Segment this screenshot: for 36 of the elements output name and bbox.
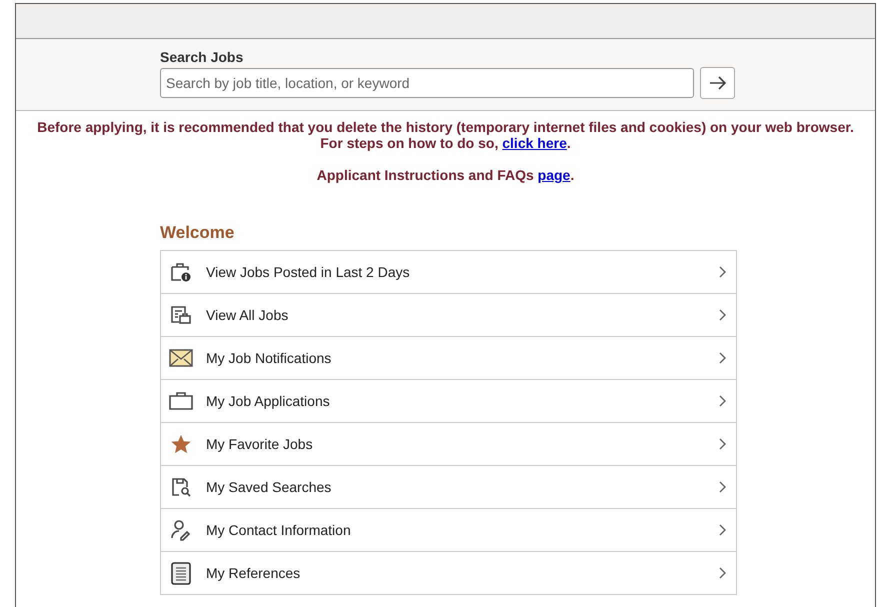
menu-item-label: My Job Notifications (206, 348, 332, 368)
chevron-right-icon (719, 352, 726, 364)
star-icon (170, 433, 192, 455)
menu-item-label: My References (206, 564, 302, 583)
menu-item-label: View Jobs Posted in Last 2 Days (206, 262, 411, 282)
chevron-right-icon (719, 266, 726, 278)
notepad-icon (170, 561, 192, 585)
chevron-right-icon (719, 481, 726, 493)
instructions-period: . (570, 167, 574, 183)
notice-text: Before applying, it is recommended that you delete the history (temporary internet files and cookies) on your web browser. (37, 119, 854, 135)
menu-item-label: My Contact Information (206, 520, 352, 540)
person-edit-icon (170, 519, 192, 541)
notice-period: . (566, 135, 571, 151)
menu-item-label: View All Jobs (206, 306, 290, 324)
briefcase-info-icon (170, 262, 192, 282)
chevron-right-icon (719, 524, 726, 536)
chevron-right-icon (719, 438, 726, 450)
menu-item-label: My Job Applications (206, 392, 331, 411)
chevron-right-icon (719, 309, 726, 321)
search-label: Search Jobs (160, 49, 244, 66)
search-go-button[interactable] (700, 67, 735, 99)
search-field[interactable]: Search by job title, location, or keyword (160, 68, 694, 98)
click-here-link[interactable]: click here (502, 135, 567, 151)
notice-text: For steps on how to do so, (320, 135, 500, 151)
instructions-text: Applicant Instructions and FAQs (316, 167, 535, 183)
briefcase-icon (169, 392, 193, 410)
chevron-right-icon (719, 395, 726, 407)
menu-item-label: My Saved Searches (206, 478, 332, 497)
envelope-icon (169, 349, 193, 367)
chevron-right-icon (719, 567, 726, 579)
save-search-icon (170, 476, 192, 498)
menu-item-label: My Favorite Jobs (206, 434, 314, 454)
page-link[interactable]: page (538, 167, 570, 183)
arrow-right-icon (708, 76, 726, 90)
welcome-heading: Welcome (160, 223, 236, 243)
document-briefcase-icon (170, 305, 192, 325)
